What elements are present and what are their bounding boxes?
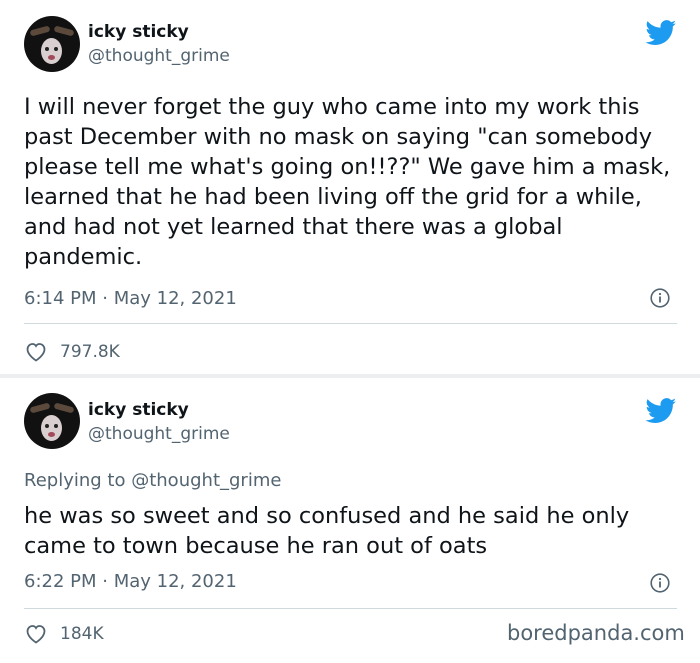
replying-to: Replying to @thought_grime <box>24 470 281 491</box>
replying-label: Replying to <box>24 470 126 491</box>
divider <box>24 608 677 609</box>
like-button[interactable]: 184K <box>24 622 104 646</box>
tweet-timestamp[interactable]: 6:14 PM · May 12, 2021 <box>24 288 237 309</box>
like-count: 797.8K <box>60 342 120 362</box>
divider <box>24 323 677 324</box>
info-icon[interactable] <box>650 573 670 593</box>
author-name[interactable]: icky sticky <box>88 400 189 420</box>
author-name[interactable]: icky sticky <box>88 22 189 42</box>
heart-icon[interactable] <box>24 340 48 364</box>
author-handle[interactable]: @thought_grime <box>88 424 230 444</box>
twitter-bird-icon[interactable] <box>645 20 677 46</box>
tweet-card-1: icky sticky @thought_grime I will never … <box>0 0 700 374</box>
info-icon[interactable] <box>650 288 670 308</box>
twitter-bird-icon[interactable] <box>645 398 677 424</box>
author-handle[interactable]: @thought_grime <box>88 46 230 66</box>
tweet-text: I will never forget the guy who came int… <box>24 94 671 270</box>
replying-handle-link[interactable]: @thought_grime <box>131 470 281 491</box>
tweet-timestamp[interactable]: 6:22 PM · May 12, 2021 <box>24 571 237 592</box>
avatar[interactable] <box>24 16 80 72</box>
watermark: boredpanda.com <box>507 621 685 645</box>
like-button[interactable]: 797.8K <box>24 340 120 364</box>
avatar[interactable] <box>24 393 80 449</box>
heart-icon[interactable] <box>24 622 48 646</box>
like-count: 184K <box>60 624 104 644</box>
tweet-text: he was so sweet and so confused and he s… <box>24 503 630 559</box>
